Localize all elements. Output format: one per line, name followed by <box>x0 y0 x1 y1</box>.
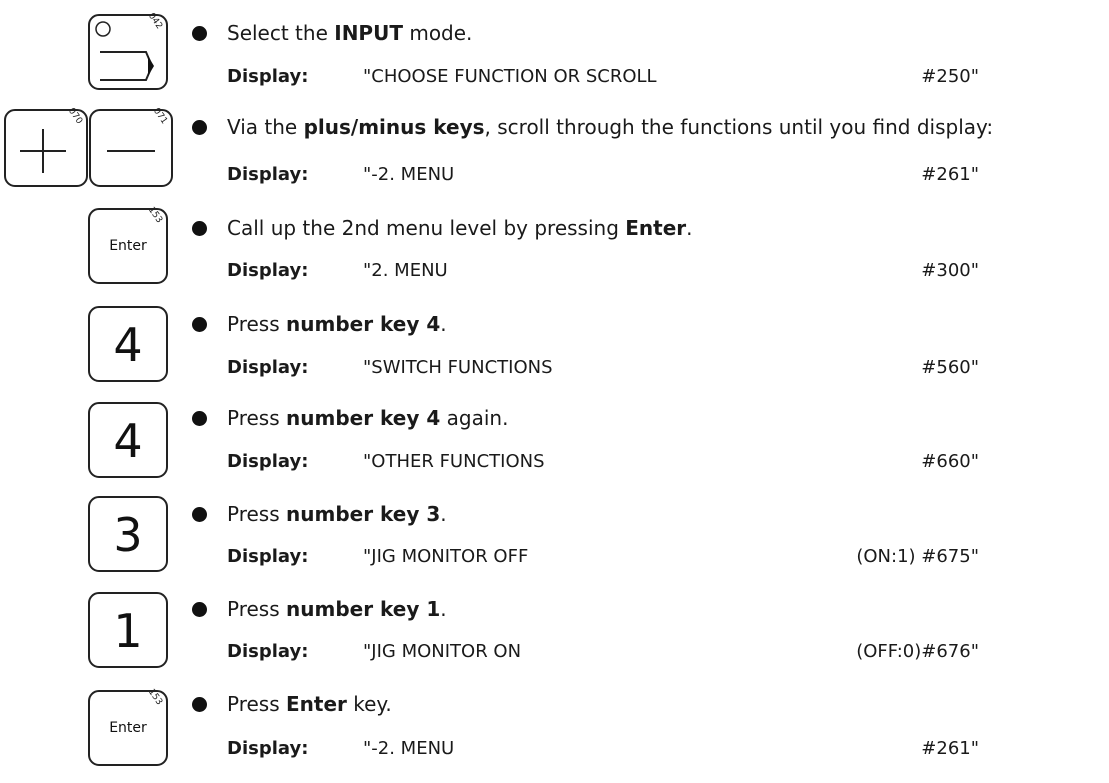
display-text: "JIG MONITOR ON <box>363 641 522 662</box>
display-code: #261" <box>921 738 979 759</box>
instruction: Press Enter key. <box>227 692 392 716</box>
number-key-4[interactable]: 4 <box>88 402 168 478</box>
bullet-icon <box>192 26 207 41</box>
bullet-icon <box>192 411 207 426</box>
input-mode-key[interactable]: 042 <box>88 11 168 90</box>
enter-key[interactable]: Enter 153 <box>88 687 168 766</box>
number-key-1[interactable]: 1 <box>88 592 168 668</box>
display-text: "SWITCH FUNCTIONS <box>363 357 553 378</box>
display-text: "JIG MONITOR OFF <box>363 546 529 567</box>
key-code: 153 <box>145 687 164 708</box>
bullet-icon <box>192 120 207 135</box>
instruction: Press number key 4. <box>227 312 447 336</box>
bullet-icon <box>192 221 207 236</box>
number-key-label: 4 <box>113 414 143 468</box>
instruction: Via the plus/minus keys, scroll through … <box>227 115 994 139</box>
display-label: Display: <box>227 164 309 185</box>
display-label: Display: <box>227 451 309 472</box>
display-text: "2. MENU <box>363 260 448 281</box>
display-text: "OTHER FUNCTIONS <box>363 451 545 472</box>
minus-key[interactable]: 071 <box>89 106 173 187</box>
display-code: #261" <box>921 164 979 185</box>
plus-key[interactable]: 070 <box>4 106 88 187</box>
number-key-label: 4 <box>113 318 143 372</box>
number-key-label: 1 <box>113 604 143 658</box>
display-code: #560" <box>921 357 979 378</box>
display-label: Display: <box>227 357 309 378</box>
bullet-icon <box>192 697 207 712</box>
display-label: Display: <box>227 641 309 662</box>
display-text: "-2. MENU <box>363 738 455 759</box>
bullet-icon <box>192 602 207 617</box>
instruction: Select the INPUT mode. <box>227 21 473 45</box>
enter-key[interactable]: Enter 153 <box>88 205 168 284</box>
display-label: Display: <box>227 738 309 759</box>
key-code: 153 <box>145 205 164 226</box>
display-label: Display: <box>227 66 309 87</box>
display-code: (OFF:0)#676" <box>856 641 979 662</box>
instruction: Press number key 4 again. <box>227 406 509 430</box>
number-key-3[interactable]: 3 <box>88 496 168 572</box>
bullet-icon <box>192 507 207 522</box>
instruction: Press number key 3. <box>227 502 447 526</box>
display-label: Display: <box>227 260 309 281</box>
number-key-label: 3 <box>113 508 143 562</box>
display-code: (ON:1) #675" <box>856 546 979 567</box>
enter-key-label: Enter <box>109 720 147 736</box>
display-code: #300" <box>921 260 979 281</box>
display-code: #250" <box>921 66 979 87</box>
bullet-icon <box>192 317 207 332</box>
display-text: "CHOOSE FUNCTION OR SCROLL <box>363 66 657 87</box>
enter-key-label: Enter <box>109 238 147 254</box>
instruction: Call up the 2nd menu level by pressing E… <box>227 216 693 240</box>
instruction: Press number key 1. <box>227 597 447 621</box>
display-label: Display: <box>227 546 309 567</box>
number-key-4[interactable]: 4 <box>88 306 168 382</box>
display-text: "-2. MENU <box>363 164 455 185</box>
display-code: #660" <box>921 451 979 472</box>
